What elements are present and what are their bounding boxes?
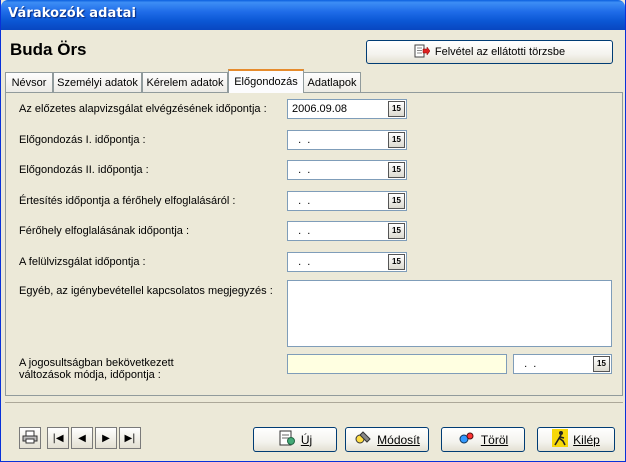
date-field-ferohely[interactable]: . . 15: [287, 221, 407, 241]
main-window: Várakozók adatai Buda Örs Felvétel az el…: [0, 0, 626, 462]
title-bar[interactable]: Várakozók adatai: [1, 0, 625, 30]
modify-icon: [354, 430, 372, 449]
calendar-icon[interactable]: 15: [388, 254, 405, 270]
exit-button-label: Kilép: [573, 432, 600, 447]
delete-button-label: Töröl: [480, 432, 509, 447]
date-field-elogondozas-2[interactable]: . . 15: [287, 160, 407, 180]
delete-icon: [458, 430, 476, 449]
field-label-ferohely: Férőhely elfoglalásának időpontja :: [19, 225, 190, 237]
date-field-elogondozas-1[interactable]: . . 15: [287, 130, 407, 150]
changes-mode-field[interactable]: [287, 354, 507, 374]
note-label: Egyéb, az igénybevétellel kapcsolatos me…: [19, 285, 273, 297]
tab-nevsor[interactable]: Névsor: [5, 72, 53, 92]
modify-button-label: Módosít: [377, 432, 420, 447]
first-icon: |◀: [52, 432, 64, 444]
tab-elogondozas[interactable]: Előgondozás: [228, 69, 304, 93]
field-label-elogondozas-1: Előgondozás I. időpontja :: [19, 134, 146, 146]
enroll-icon: [414, 44, 431, 61]
modify-button[interactable]: Módosít: [345, 427, 429, 452]
prev-icon: ◀: [78, 432, 86, 444]
tab-szemelyi-adatok[interactable]: Személyi adatok: [53, 72, 142, 92]
note-textarea[interactable]: [287, 280, 612, 347]
calendar-icon[interactable]: 15: [388, 223, 405, 239]
date-field-felulvizsgalat[interactable]: . . 15: [287, 252, 407, 272]
printer-icon: [22, 430, 38, 447]
prev-record-button[interactable]: ◀: [71, 427, 93, 449]
calendar-icon[interactable]: 15: [388, 132, 405, 148]
calendar-icon[interactable]: 15: [388, 193, 405, 209]
window-title: Várakozók adatai: [8, 6, 137, 21]
next-icon: ▶: [102, 432, 110, 444]
first-record-button[interactable]: |◀: [47, 427, 69, 449]
calendar-icon[interactable]: 15: [593, 356, 610, 372]
field-label-elogondozas-2: Előgondozás II. időpontja :: [19, 164, 149, 176]
person-name: Buda Örs: [10, 40, 87, 59]
enroll-button-label: Felvétel az ellátotti törzsbe: [434, 46, 566, 58]
last-record-button[interactable]: ▶|: [119, 427, 141, 449]
exit-icon: [552, 429, 569, 450]
tab-adatlapok[interactable]: Adatlapok: [303, 72, 361, 92]
footer-divider: [5, 402, 623, 403]
field-label-alapvizsgalat: Az előzetes alapvizsgálat elvégzésének i…: [19, 103, 267, 115]
exit-button[interactable]: Kilép: [537, 427, 615, 452]
date-field-alapvizsgalat[interactable]: 2006.09.08 15: [287, 99, 407, 119]
last-icon: ▶|: [124, 432, 136, 444]
next-record-button[interactable]: ▶: [95, 427, 117, 449]
calendar-icon[interactable]: 15: [388, 162, 405, 178]
changes-label: A jogosultságban bekövetkezett változáso…: [19, 357, 174, 381]
new-button-label: Új: [300, 432, 313, 447]
field-label-felulvizsgalat: A felülvizsgálat időpontja :: [19, 256, 146, 268]
tab-kerelem-adatok[interactable]: Kérelem adatok: [142, 72, 228, 92]
enroll-button[interactable]: Felvétel az ellátotti törzsbe: [366, 40, 613, 64]
print-button[interactable]: [19, 427, 41, 449]
calendar-icon[interactable]: 15: [388, 101, 405, 117]
changes-date-field[interactable]: . . 15: [513, 354, 612, 374]
date-field-ertesites[interactable]: . . 15: [287, 191, 407, 211]
delete-button[interactable]: Töröl: [441, 427, 525, 452]
field-label-ertesites: Értesítés időpontja a férőhely elfoglalá…: [19, 195, 236, 207]
new-icon: [278, 430, 296, 449]
new-button[interactable]: Új: [253, 427, 337, 452]
